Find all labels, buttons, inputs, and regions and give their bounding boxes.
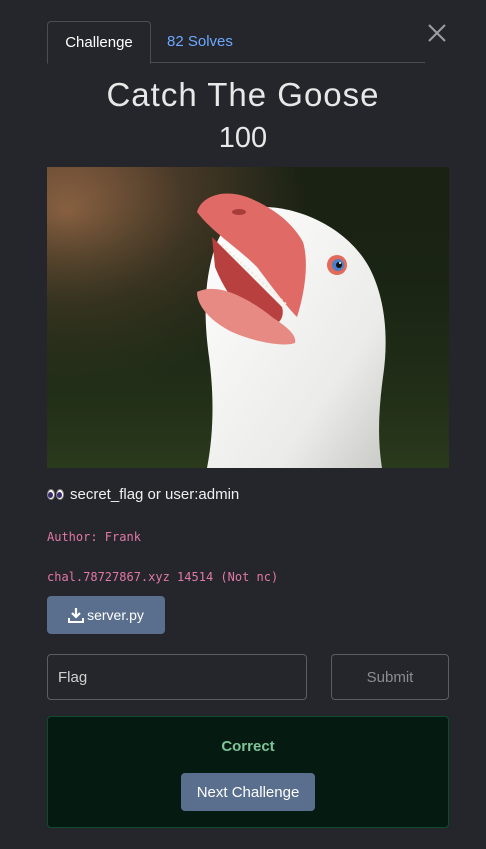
close-icon xyxy=(428,24,446,42)
description-text: secret_flag or user:admin xyxy=(70,486,240,503)
challenge-description: secret_flag or user:admin xyxy=(47,486,449,503)
submit-button[interactable]: Submit xyxy=(331,654,449,700)
author-text: Author: Frank xyxy=(47,530,141,544)
next-challenge-button[interactable]: Next Challenge xyxy=(181,773,315,811)
challenge-modal: Challenge 82 Solves Catch The Goose 100 xyxy=(0,0,486,849)
download-server-button[interactable]: server.py xyxy=(47,596,165,634)
challenge-image xyxy=(47,167,449,468)
tab-bar: Challenge 82 Solves xyxy=(47,21,425,64)
close-button[interactable] xyxy=(426,22,448,44)
tab-challenge[interactable]: Challenge xyxy=(47,21,151,64)
host-text: chal.78727867.xyz 14514 (Not nc) xyxy=(47,570,279,584)
tab-solves[interactable]: 82 Solves xyxy=(167,21,257,63)
result-panel: Correct Next Challenge xyxy=(47,716,449,828)
challenge-title: Catch The Goose xyxy=(106,76,380,113)
flag-input[interactable] xyxy=(47,654,307,700)
download-label: server.py xyxy=(87,607,144,623)
challenge-points: 100 xyxy=(218,122,268,154)
result-message: Correct xyxy=(221,738,275,755)
download-icon xyxy=(68,608,85,623)
eyes-emoji-icon xyxy=(47,489,64,500)
